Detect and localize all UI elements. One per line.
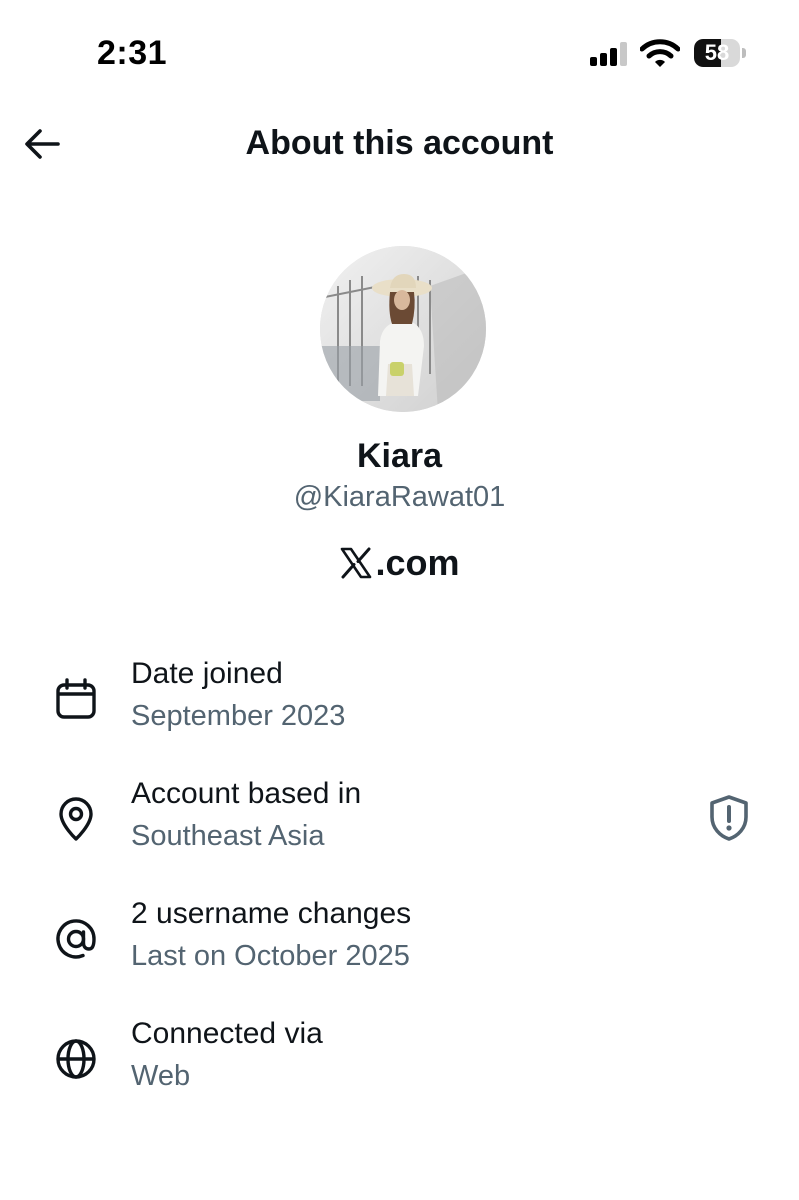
status-time: 2:31	[97, 34, 168, 72]
header-bar: About this account	[0, 108, 799, 180]
battery-cap	[742, 48, 746, 58]
wifi-icon	[640, 39, 680, 67]
date-joined-label: Date joined	[131, 657, 283, 690]
signal-icon	[590, 42, 630, 66]
connected-via-label: Connected via	[131, 1017, 323, 1050]
page-title: About this account	[245, 124, 554, 162]
account-based-in-row: Account based in Southeast Asia	[0, 775, 799, 895]
calendar-icon	[56, 678, 96, 719]
date-joined-value: September 2023	[131, 700, 346, 732]
shield-exclamation-icon[interactable]	[706, 793, 752, 843]
username-changes-label: 2 username changes	[131, 897, 412, 930]
avatar-photo	[320, 246, 486, 412]
avatar[interactable]	[320, 246, 486, 412]
status-bar: 2:31 58	[0, 0, 799, 100]
username-changes-value: Last on October 2025	[131, 940, 410, 972]
x-com-brand: .com	[0, 542, 799, 584]
username: @KiaraRawat01	[293, 481, 506, 513]
connected-via-value: Web	[131, 1060, 191, 1092]
account-info-list: Date joined September 2023 Account based…	[0, 655, 799, 1135]
username-changes-row: 2 username changes Last on October 2025	[0, 895, 799, 1015]
display-name: Kiara	[356, 437, 443, 475]
connected-via-row: Connected via Web	[0, 1015, 799, 1135]
date-joined-row: Date joined September 2023	[0, 655, 799, 775]
x-logo	[341, 547, 372, 579]
battery-percent: 58	[704, 40, 730, 65]
account-based-in-value: Southeast Asia	[131, 820, 325, 852]
battery-icon: 58	[694, 39, 740, 67]
brand-text: .com	[375, 542, 460, 583]
at-sign-icon	[56, 919, 96, 959]
location-pin-icon	[59, 797, 93, 841]
globe-icon	[56, 1039, 96, 1079]
account-based-in-label: Account based in	[131, 777, 362, 810]
